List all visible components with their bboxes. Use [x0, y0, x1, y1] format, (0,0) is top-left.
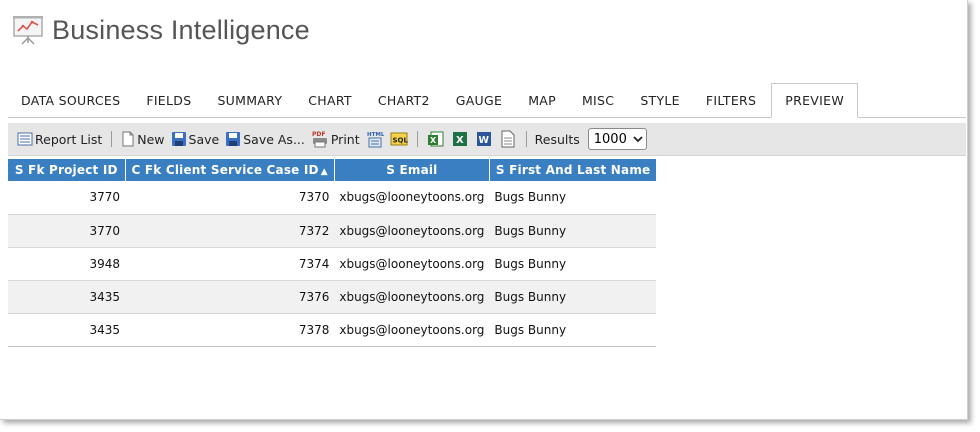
table-row: 3435 7376 xbugs@looneytoons.org Bugs Bun… — [8, 280, 657, 314]
html-export-icon[interactable]: HTML — [364, 128, 386, 150]
text-document-icon[interactable] — [497, 128, 519, 150]
svg-text:PDF: PDF — [312, 131, 325, 138]
toolbar-divider — [416, 131, 418, 147]
case-id-cell: 7376 — [125, 280, 335, 314]
tab-data-sources[interactable]: DATA SOURCES — [8, 84, 133, 117]
column-header[interactable]: S Email — [334, 159, 490, 181]
tab-bar: DATA SOURCES FIELDS SUMMARY CHART CHART2… — [8, 83, 966, 118]
column-header-label: C Fk Client Service Case ID — [131, 163, 319, 177]
table-row: 3770 7372 xbugs@looneytoons.org Bugs Bun… — [8, 214, 657, 248]
name-cell: Bugs Bunny — [489, 181, 657, 215]
sort-ascending-icon: ▲ — [320, 167, 328, 177]
presentation-chart-icon — [13, 16, 43, 45]
email-cell: xbugs@looneytoons.org — [334, 280, 490, 314]
pdf-print-icon: PDF — [312, 131, 327, 148]
tab-gauge[interactable]: GAUGE — [443, 84, 515, 117]
name-cell: Bugs Bunny — [489, 280, 657, 314]
tab-map[interactable]: MAP — [515, 84, 569, 117]
table-row: 3435 7378 xbugs@looneytoons.org Bugs Bun… — [8, 313, 657, 347]
name-cell: Bugs Bunny — [489, 214, 657, 248]
report-list-label: Report List — [35, 131, 103, 147]
results-select-value: 1000 — [593, 131, 627, 147]
toolbar: Report List New Save Save As... PDF Prin… — [8, 123, 966, 156]
case-id-cell: 7378 — [125, 313, 335, 347]
save-as-button[interactable]: Save As... — [222, 128, 308, 150]
tab-filters[interactable]: FILTERS — [693, 84, 769, 117]
chevron-down-icon — [633, 136, 643, 143]
project-id-cell: 3948 — [8, 247, 125, 281]
svg-text:SQL: SQL — [392, 137, 408, 145]
tab-style[interactable]: STYLE — [627, 84, 693, 117]
new-document-icon — [122, 131, 134, 147]
tab-chart[interactable]: CHART — [295, 84, 365, 117]
column-header-sorted[interactable]: C Fk Client Service Case ID ▲ — [125, 159, 335, 181]
results-select[interactable]: 1000 — [587, 128, 647, 150]
print-label: Print — [330, 131, 360, 147]
toolbar-divider — [111, 131, 113, 147]
app-title: Business Intelligence — [52, 14, 310, 45]
column-header[interactable]: S Fk Project ID — [8, 159, 126, 181]
report-list-button[interactable]: Report List — [14, 128, 105, 150]
app-window: Business Intelligence DATA SOURCES FIELD… — [0, 0, 968, 420]
excel-icon[interactable]: X — [449, 128, 471, 150]
svg-text:X: X — [456, 135, 464, 146]
project-id-cell: 3435 — [8, 280, 125, 314]
email-cell: xbugs@looneytoons.org — [334, 181, 490, 215]
save-button[interactable]: Save — [168, 128, 223, 150]
save-label: Save — [188, 131, 220, 147]
save-icon — [171, 132, 186, 146]
tab-summary[interactable]: SUMMARY — [204, 84, 295, 117]
column-header[interactable]: S First And Last Name — [489, 159, 657, 181]
new-button[interactable]: New — [118, 128, 167, 150]
name-cell: Bugs Bunny — [489, 247, 657, 281]
project-id-cell: 3435 — [8, 313, 125, 347]
svg-text:X: X — [430, 136, 437, 145]
case-id-cell: 7370 — [125, 181, 335, 215]
print-button[interactable]: PDF Print — [308, 128, 363, 150]
table-row: 3770 7370 xbugs@looneytoons.org Bugs Bun… — [8, 181, 657, 215]
save-as-icon — [226, 132, 241, 146]
name-cell: Bugs Bunny — [489, 313, 657, 347]
results-table: S Fk Project ID C Fk Client Service Case… — [8, 159, 657, 347]
table-header-row: S Fk Project ID C Fk Client Service Case… — [8, 159, 657, 181]
sql-icon[interactable]: SQL — [388, 128, 410, 150]
report-list-icon — [17, 132, 33, 146]
case-id-cell: 7372 — [125, 214, 335, 248]
app-header: Business Intelligence — [12, 10, 310, 50]
email-cell: xbugs@looneytoons.org — [334, 214, 490, 248]
tab-chart2[interactable]: CHART2 — [365, 84, 443, 117]
email-cell: xbugs@looneytoons.org — [334, 247, 490, 281]
svg-text:W: W — [478, 135, 489, 146]
results-label: Results — [534, 131, 580, 147]
toolbar-divider — [525, 131, 527, 147]
new-label: New — [137, 131, 165, 147]
tab-misc[interactable]: MISC — [569, 84, 627, 117]
save-as-label: Save As... — [243, 131, 305, 147]
tab-preview[interactable]: PREVIEW — [771, 83, 858, 118]
table-row: 3948 7374 xbugs@looneytoons.org Bugs Bun… — [8, 247, 657, 281]
tab-fields[interactable]: FIELDS — [133, 84, 204, 117]
project-id-cell: 3770 — [8, 181, 125, 215]
excel-export-icon[interactable]: X — [425, 128, 447, 150]
svg-text:HTML: HTML — [367, 132, 384, 138]
word-export-icon[interactable]: W — [473, 128, 495, 150]
project-id-cell: 3770 — [8, 214, 125, 248]
case-id-cell: 7374 — [125, 247, 335, 281]
email-cell: xbugs@looneytoons.org — [334, 313, 490, 347]
